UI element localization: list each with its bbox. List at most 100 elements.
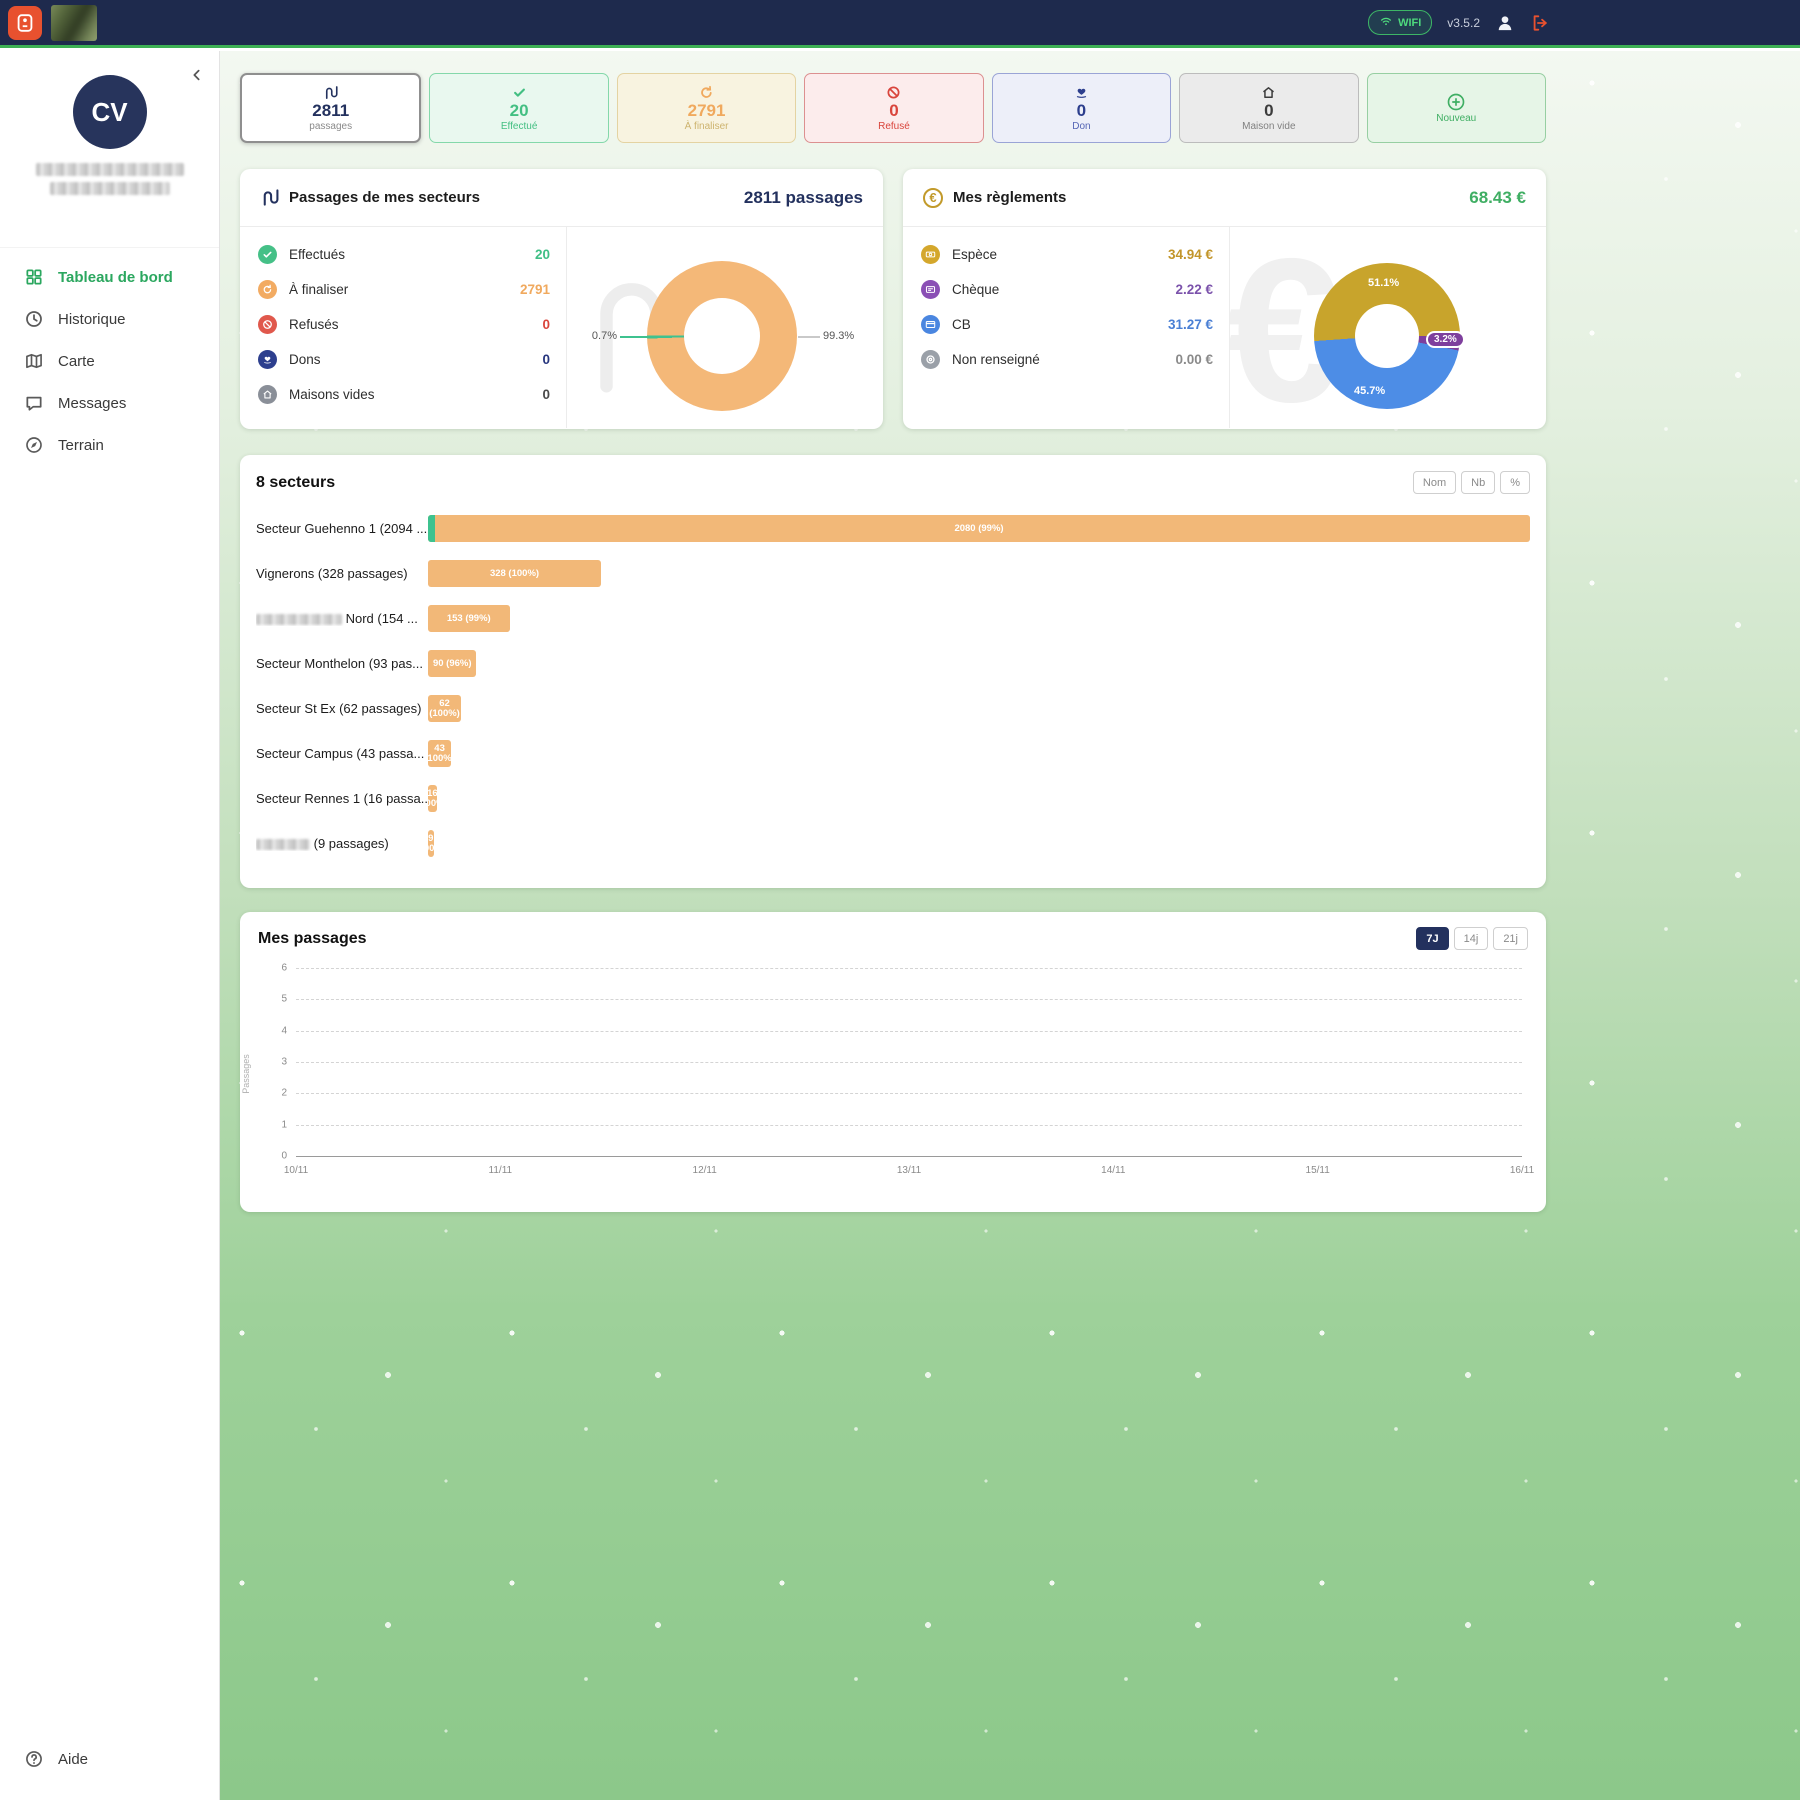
sort-toggle-nom[interactable]: Nom [1413,471,1456,494]
sidebar-item-tableau-de-bord[interactable]: Tableau de bord [0,256,219,298]
sector-row: Vignerons (328 passages)328 (100%) [256,551,1530,596]
card-icon [921,315,940,334]
user-account-icon[interactable] [1495,13,1515,33]
mes-passages-panel: Mes passages 7J14j21j Passages012345610/… [240,912,1546,1212]
sector-bar[interactable]: 2080 (99%) [428,515,1530,542]
sector-bar[interactable]: 328 (100%) [428,560,601,587]
gridline [296,1031,1522,1032]
sector-label: Secteur St Ex (62 passages) [256,701,428,716]
help-icon [24,1749,44,1769]
stat-card-value: 20 [510,101,529,120]
stat-list-item-maisons-vides: Maisons vides0 [258,377,550,412]
y-axis-tick: 5 [281,994,287,1005]
y-axis-tick: 0 [281,1151,287,1162]
sector-bar-area: 153 (99%) [428,605,1530,632]
x-axis-tick: 14/11 [1101,1165,1125,1176]
logout-icon[interactable] [1530,13,1550,33]
sidebar-item-label: Historique [58,311,126,328]
stat-list-item-effectues: Effectués20 [258,237,550,272]
cheque-icon [921,280,940,299]
gridline [296,968,1522,969]
stat-item-label: Refusés [289,317,339,332]
user-name-censored [0,163,219,195]
donut-callout-line [798,336,820,338]
profile-photo[interactable] [51,5,97,41]
sector-bar-area: 328 (100%) [428,560,1530,587]
stat-card-refuse[interactable]: 0Refusé [804,73,983,143]
stat-list-item-refuses: Refusés0 [258,307,550,342]
chevron-left-icon [189,67,205,83]
block-icon [258,315,277,334]
sidebar-item-historique[interactable]: Historique [0,298,219,340]
sector-bar-area: 9 (100%) [428,830,1530,857]
wifi-status-badge[interactable]: WIFI [1368,10,1432,35]
app-version: v3.5.2 [1447,16,1480,30]
x-axis-tick: 10/11 [284,1165,308,1176]
sector-bar[interactable]: 16 (100%) [428,785,437,812]
sidebar-item-terrain[interactable]: Terrain [0,424,219,466]
gridline [296,1093,1522,1094]
sector-bar[interactable]: 62 (100%) [428,695,461,722]
sector-bar[interactable]: 9 (100%) [428,830,434,857]
gridline [296,999,1522,1000]
sector-bar[interactable]: 153 (99%) [428,605,510,632]
range-toggle-14j[interactable]: 14j [1454,927,1489,950]
sidebar-item-messages[interactable]: Messages [0,382,219,424]
sidebar-item-label: Carte [58,353,95,370]
gridline [296,1125,1522,1126]
passages-total: 2811 passages [744,188,863,208]
y-axis-tick: 2 [281,1088,287,1099]
stat-card-maison-vide[interactable]: 0Maison vide [1179,73,1358,143]
stat-list-item-cheque: Chèque2.22 € [921,272,1213,307]
range-toggle-21j[interactable]: 21j [1493,927,1528,950]
app-logo[interactable] [8,6,42,40]
sort-toggle-[interactable]: % [1500,471,1530,494]
sector-label: Vignerons (328 passages) [256,566,428,581]
x-axis-tick: 11/11 [489,1165,513,1176]
sector-label: Secteur Rennes 1 (16 passa... [256,791,428,806]
sidebar-item-aide[interactable]: Aide [0,1740,219,1778]
donut-label: 0.7% [571,330,617,342]
stat-card-label: Don [1072,121,1090,132]
range-toggle-7j[interactable]: 7J [1416,927,1448,950]
sector-bar-area: 2080 (99%) [428,515,1530,542]
sector-bar-label: 16 (100%) [428,789,437,809]
reglements-panel-header: € Mes règlements 68.43 € [903,169,1546,227]
doorbell-logo-icon [14,12,36,34]
avatar[interactable]: CV [73,75,147,149]
sector-bar[interactable]: 90 (96%) [428,650,476,677]
stat-card-label: passages [309,121,352,132]
stat-card-effectue[interactable]: 20Effectué [429,73,608,143]
stat-item-value: 0 [542,387,550,402]
sector-bar-label: 2080 (99%) [952,524,1005,534]
sector-bar-area: 43 (100%) [428,740,1530,767]
stat-card-value: 0 [1264,101,1273,120]
refresh-icon [258,280,277,299]
reglements-panel-title: Mes règlements [953,189,1066,206]
sector-bar-label: 43 (100%) [428,744,451,764]
stat-card-passages[interactable]: 2811passages [240,73,421,143]
y-axis-title: Passages [241,1055,251,1095]
wifi-label: WIFI [1398,17,1421,29]
stat-card-nouveau[interactable]: Nouveau [1367,73,1546,143]
stat-card-a-finaliser[interactable]: 2791À finaliser [617,73,796,143]
reglements-panel: € Mes règlements 68.43 € Espèce34.94 €Ch… [903,169,1546,429]
sidebar-collapse-button[interactable] [189,67,205,88]
stat-list-item-cb: CB31.27 € [921,307,1213,342]
donut-label: 45.7% [1354,385,1385,397]
stat-card-label: À finaliser [685,121,729,132]
y-axis-tick: 1 [281,1119,287,1130]
sector-bar[interactable]: 43 (100%) [428,740,451,767]
passages-line-chart: Passages012345610/1111/1112/1113/1114/11… [258,958,1528,1200]
sidebar-item-label: Messages [58,395,126,412]
stat-card-value: 0 [889,101,898,120]
stat-item-label: Espèce [952,247,997,262]
passages-panel: Passages de mes secteurs 2811 passages E… [240,169,883,429]
stat-card-don[interactable]: 0Don [992,73,1171,143]
main-content: 2811passages20Effectué2791À finaliser0Re… [220,51,1800,1800]
sort-toggle-nb[interactable]: Nb [1461,471,1495,494]
censored-text [50,182,170,195]
check-circle-icon [258,245,277,264]
sidebar-item-carte[interactable]: Carte [0,340,219,382]
stat-card-label: Effectué [501,121,538,132]
